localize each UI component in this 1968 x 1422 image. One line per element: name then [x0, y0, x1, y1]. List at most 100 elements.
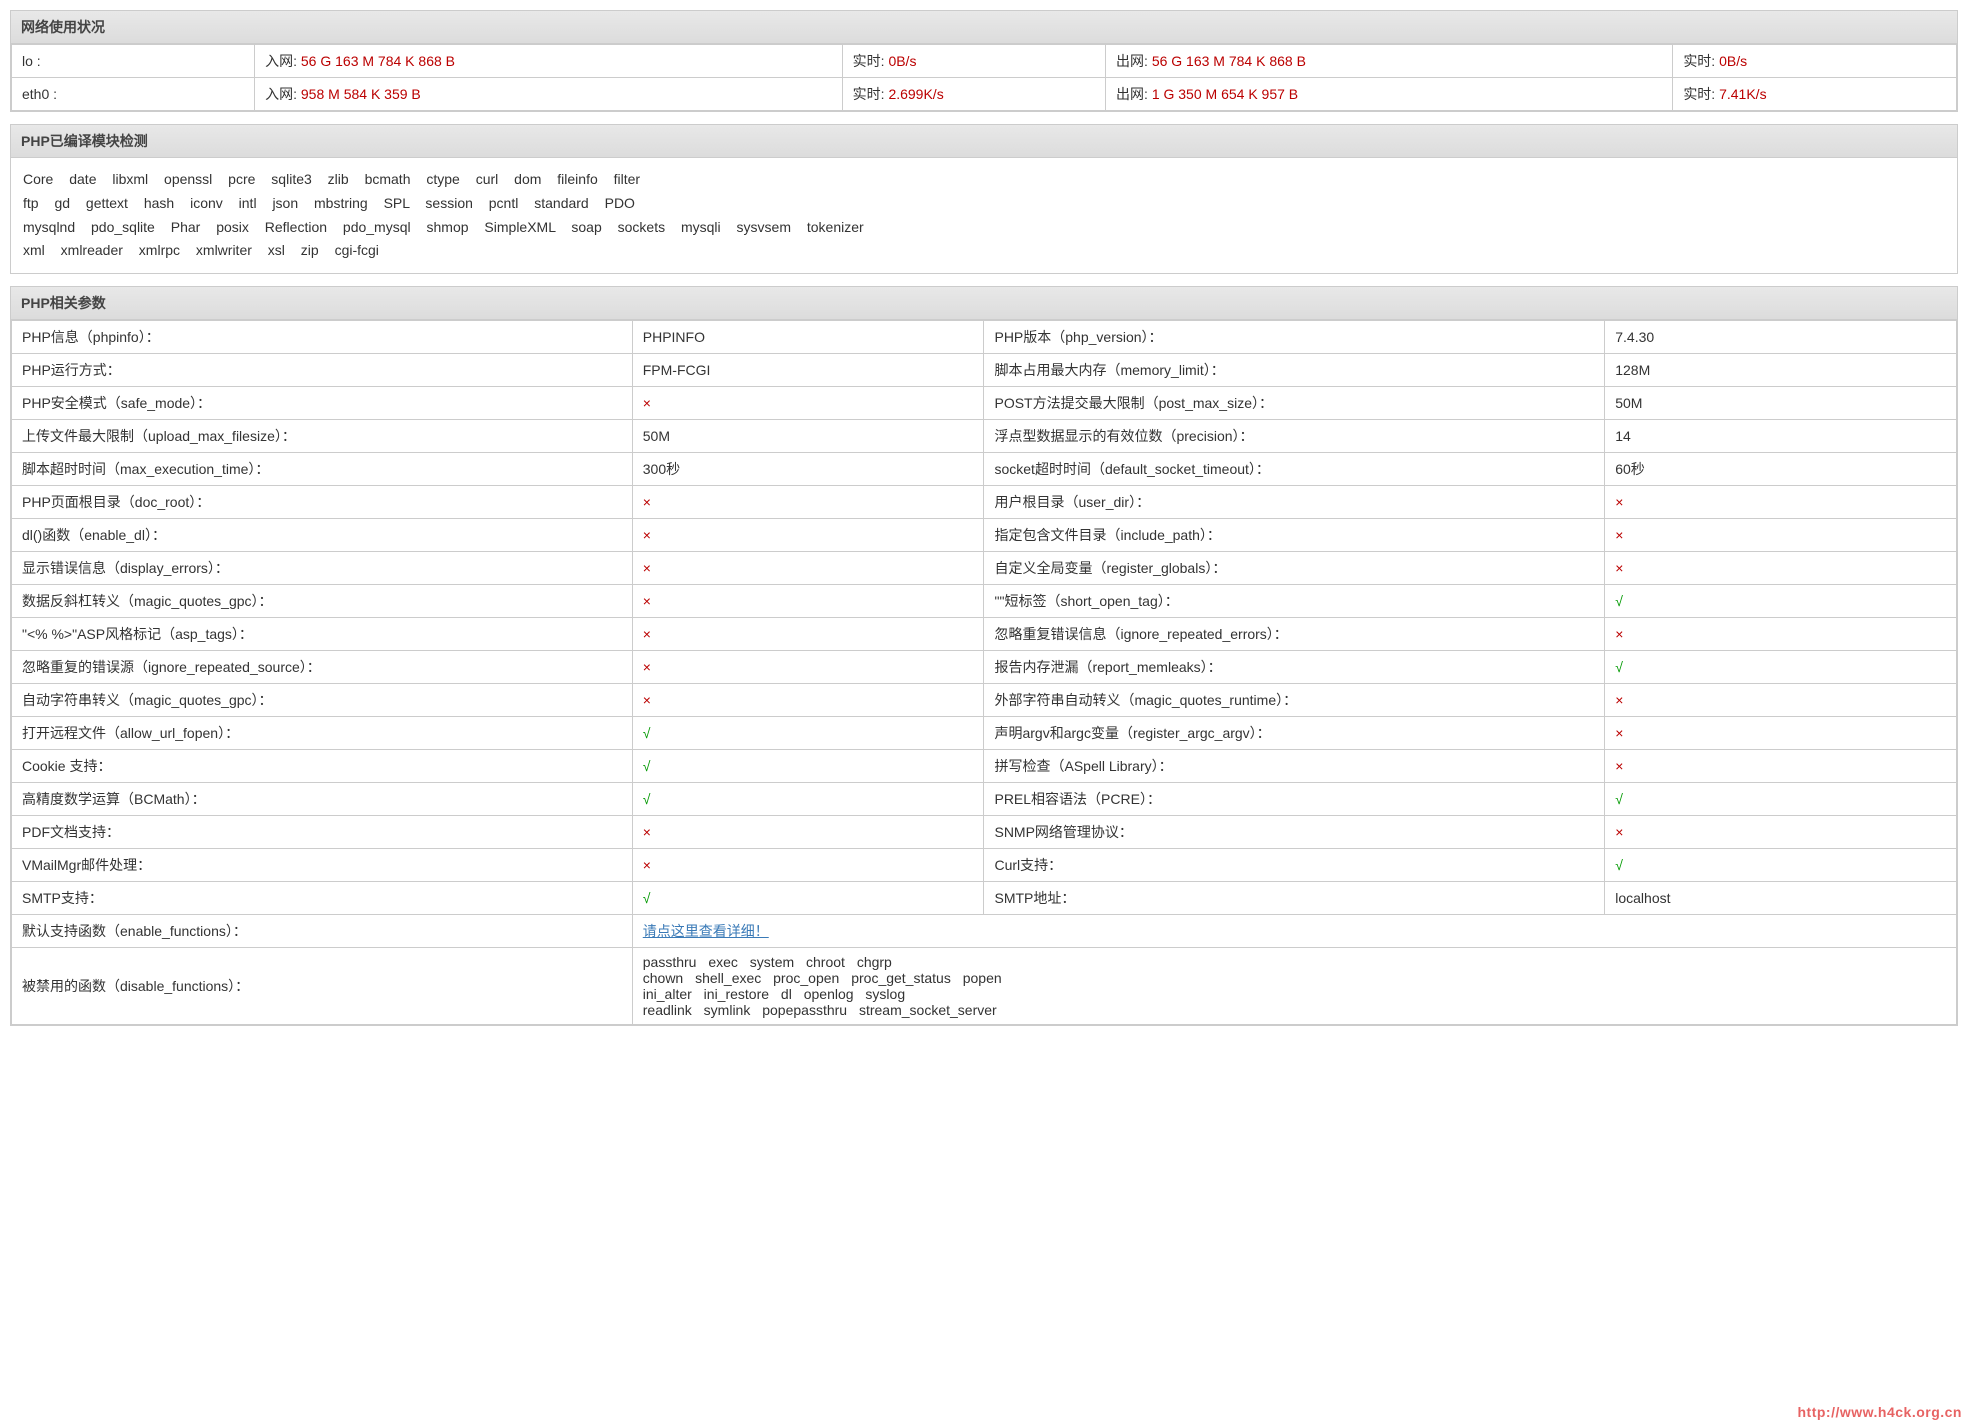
- param-value: ×: [1605, 552, 1957, 585]
- param-value: ×: [632, 618, 984, 651]
- network-row: eth0 :入网: 958 M 584 K 359 B实时: 2.699K/s出…: [12, 78, 1957, 111]
- param-key: PDF文档支持：: [12, 816, 633, 849]
- disabled-func-line: readlink symlink popepassthru stream_soc…: [643, 1002, 1946, 1018]
- param-key: PHP页面根目录（doc_root）：: [12, 486, 633, 519]
- param-value: FPM-FCGI: [632, 354, 984, 387]
- param-value: ×: [632, 519, 984, 552]
- param-key: 用户根目录（user_dir）：: [984, 486, 1605, 519]
- param-row: 显示错误信息（display_errors）：×自定义全局变量（register…: [12, 552, 1957, 585]
- param-key: SMTP地址：: [984, 882, 1605, 915]
- php-params-table: PHP信息（phpinfo）：PHPINFOPHP版本（php_version）…: [11, 320, 1957, 1025]
- param-value: ×: [1605, 750, 1957, 783]
- param-value: ×: [1605, 816, 1957, 849]
- param-value: √: [1605, 651, 1957, 684]
- param-value: √: [1605, 849, 1957, 882]
- param-value: ×: [632, 585, 984, 618]
- param-value: √: [632, 750, 984, 783]
- param-key: 忽略重复错误信息（ignore_repeated_errors）：: [984, 618, 1605, 651]
- param-key: 指定包含文件目录（include_path）：: [984, 519, 1605, 552]
- param-row: dl()函数（enable_dl）：×指定包含文件目录（include_path…: [12, 519, 1957, 552]
- param-row: 打开远程文件（allow_url_fopen）：√声明argv和argc变量（r…: [12, 717, 1957, 750]
- param-key: 外部字符串自动转义（magic_quotes_runtime）：: [984, 684, 1605, 717]
- param-value: ×: [632, 486, 984, 519]
- param-row: 高精度数学运算（BCMath）：√PREL相容语法（PCRE）：√: [12, 783, 1957, 816]
- enable-functions-link[interactable]: 请点这里查看详细！: [643, 923, 769, 939]
- network-in: 入网: 958 M 584 K 359 B: [255, 78, 843, 111]
- param-key: 脚本超时时间（max_execution_time）：: [12, 453, 633, 486]
- disabled-func-line: passthru exec system chroot chgrp: [643, 954, 1946, 970]
- param-value: 50M: [632, 420, 984, 453]
- param-value: √: [632, 882, 984, 915]
- param-row: PHP页面根目录（doc_root）：×用户根目录（user_dir）：×: [12, 486, 1957, 519]
- param-value: √: [632, 717, 984, 750]
- param-value: √: [632, 783, 984, 816]
- param-key: 自动字符串转义（magic_quotes_gpc）：: [12, 684, 633, 717]
- param-key: SMTP支持：: [12, 882, 633, 915]
- param-row: 脚本超时时间（max_execution_time）：300秒socket超时时…: [12, 453, 1957, 486]
- network-panel-header: 网络使用状况: [11, 11, 1957, 44]
- param-value: ×: [632, 552, 984, 585]
- param-value: ×: [632, 651, 984, 684]
- param-key: 显示错误信息（display_errors）：: [12, 552, 633, 585]
- param-row: 自动字符串转义（magic_quotes_gpc）：×外部字符串自动转义（mag…: [12, 684, 1957, 717]
- module-line: Core date libxml openssl pcre sqlite3 zl…: [23, 168, 1945, 192]
- param-key: dl()函数（enable_dl）：: [12, 519, 633, 552]
- network-in: 入网: 56 G 163 M 784 K 868 B: [255, 45, 843, 78]
- network-table: lo :入网: 56 G 163 M 784 K 868 B实时: 0B/s出网…: [11, 44, 1957, 111]
- disabled-func-line: chown shell_exec proc_open proc_get_stat…: [643, 970, 1946, 986]
- module-line: ftp gd gettext hash iconv intl json mbst…: [23, 192, 1945, 216]
- param-key: PHP信息（phpinfo）：: [12, 321, 633, 354]
- network-rt-in: 实时: 2.699K/s: [842, 78, 1105, 111]
- php-modules-header: PHP已编译模块检测: [11, 125, 1957, 158]
- param-key: SNMP网络管理协议：: [984, 816, 1605, 849]
- param-key: 高精度数学运算（BCMath）：: [12, 783, 633, 816]
- param-key: PHP安全模式（safe_mode）：: [12, 387, 633, 420]
- param-value: ×: [1605, 717, 1957, 750]
- enable-functions-link-cell: 请点这里查看详细！: [632, 915, 1956, 948]
- php-params-panel: PHP相关参数 PHP信息（phpinfo）：PHPINFOPHP版本（php_…: [10, 286, 1958, 1026]
- param-row-disable-functions: 被禁用的函数（disable_functions）：passthru exec …: [12, 948, 1957, 1025]
- param-key: POST方法提交最大限制（post_max_size）：: [984, 387, 1605, 420]
- param-key: 脚本占用最大内存（memory_limit）：: [984, 354, 1605, 387]
- param-row: SMTP支持：√SMTP地址：localhost: [12, 882, 1957, 915]
- param-value: ×: [632, 816, 984, 849]
- param-key: 数据反斜杠转义（magic_quotes_gpc）：: [12, 585, 633, 618]
- param-row: PDF文档支持：×SNMP网络管理协议：×: [12, 816, 1957, 849]
- param-row: 数据反斜杠转义（magic_quotes_gpc）：×""短标签（short_o…: [12, 585, 1957, 618]
- param-key: 上传文件最大限制（upload_max_filesize）：: [12, 420, 633, 453]
- param-value: √: [1605, 783, 1957, 816]
- disabled-functions-value: passthru exec system chroot chgrpchown s…: [632, 948, 1956, 1025]
- param-value: PHPINFO: [632, 321, 984, 354]
- param-value: localhost: [1605, 882, 1957, 915]
- param-value: 7.4.30: [1605, 321, 1957, 354]
- param-row: 上传文件最大限制（upload_max_filesize）：50M浮点型数据显示…: [12, 420, 1957, 453]
- param-key: PHP版本（php_version）：: [984, 321, 1605, 354]
- param-row: PHP运行方式：FPM-FCGI脚本占用最大内存（memory_limit）：1…: [12, 354, 1957, 387]
- param-value: √: [1605, 585, 1957, 618]
- network-row: lo :入网: 56 G 163 M 784 K 868 B实时: 0B/s出网…: [12, 45, 1957, 78]
- network-rt-out: 实时: 7.41K/s: [1673, 78, 1957, 111]
- param-value: ×: [1605, 486, 1957, 519]
- param-key: socket超时时间（default_socket_timeout）：: [984, 453, 1605, 486]
- param-key: 默认支持函数（enable_functions）：: [12, 915, 633, 948]
- network-panel: 网络使用状况 lo :入网: 56 G 163 M 784 K 868 B实时:…: [10, 10, 1958, 112]
- param-value: ×: [1605, 684, 1957, 717]
- param-key: VMailMgr邮件处理：: [12, 849, 633, 882]
- param-value: ×: [632, 684, 984, 717]
- network-iface: eth0 :: [12, 78, 255, 111]
- disabled-func-line: ini_alter ini_restore dl openlog syslog: [643, 986, 1946, 1002]
- param-value: 60秒: [1605, 453, 1957, 486]
- param-row: "<% %>"ASP风格标记（asp_tags）：×忽略重复错误信息（ignor…: [12, 618, 1957, 651]
- module-line: mysqlnd pdo_sqlite Phar posix Reflection…: [23, 216, 1945, 240]
- param-key: 被禁用的函数（disable_functions）：: [12, 948, 633, 1025]
- param-row: VMailMgr邮件处理：×Curl支持：√: [12, 849, 1957, 882]
- module-line: xml xmlreader xmlrpc xmlwriter xsl zip c…: [23, 239, 1945, 263]
- param-key: 忽略重复的错误源（ignore_repeated_source）：: [12, 651, 633, 684]
- param-key: ""短标签（short_open_tag）：: [984, 585, 1605, 618]
- param-key: Curl支持：: [984, 849, 1605, 882]
- param-value: 50M: [1605, 387, 1957, 420]
- param-value: 128M: [1605, 354, 1957, 387]
- php-modules-panel: PHP已编译模块检测 Core date libxml openssl pcre…: [10, 124, 1958, 274]
- param-key: "<% %>"ASP风格标记（asp_tags）：: [12, 618, 633, 651]
- param-row: 忽略重复的错误源（ignore_repeated_source）：×报告内存泄漏…: [12, 651, 1957, 684]
